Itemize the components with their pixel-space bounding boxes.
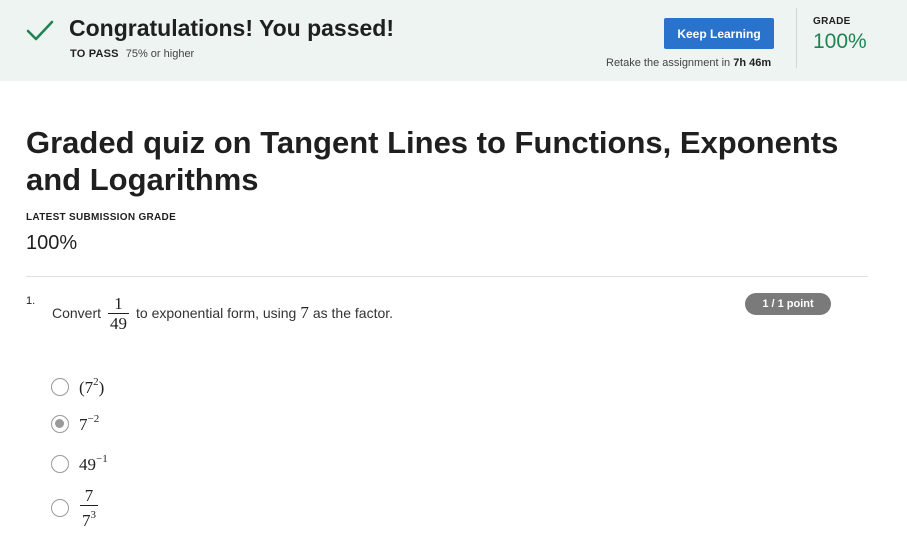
prompt-prefix: Convert	[52, 305, 102, 321]
grade-label: GRADE	[813, 16, 851, 27]
result-banner: Congratulations! You passed! TO PASS 75%…	[0, 0, 907, 81]
to-pass-value: 75% or higher	[125, 48, 195, 60]
latest-submission-label: LATEST SUBMISSION GRADE	[26, 212, 177, 223]
grade-value: 100%	[813, 30, 867, 53]
option-label: 7−2	[79, 413, 100, 434]
fraction-denominator: 49	[108, 312, 130, 333]
radio-button[interactable]	[51, 378, 69, 396]
option-label: 7 73	[80, 486, 98, 530]
points-badge: 1 / 1 point	[745, 293, 831, 315]
prompt-middle: to exponential form, using	[136, 305, 297, 321]
retake-notice: Retake the assignment in 7h 46m	[606, 57, 771, 69]
radio-button-selected[interactable]	[51, 415, 69, 433]
banner-title: Congratulations! You passed!	[69, 15, 395, 41]
answer-option-4[interactable]: 7 73	[51, 486, 98, 530]
page-title: Graded quiz on Tangent Lines to Function…	[26, 125, 839, 197]
answer-option-3[interactable]: 49−1	[51, 453, 108, 475]
divider	[796, 8, 797, 68]
answer-option-2[interactable]: 7−2	[51, 413, 99, 435]
fraction-numerator: 1	[114, 293, 123, 313]
latest-submission-grade: 100%	[26, 232, 78, 254]
prompt-fraction: 1 49	[108, 293, 130, 333]
pass-requirement: TO PASS 75% or higher	[70, 48, 194, 60]
prompt-factor: 7	[300, 303, 309, 322]
option-label: 49−1	[79, 453, 108, 474]
retake-time: 7h 46m	[733, 57, 772, 69]
retake-prefix: Retake the assignment in	[606, 57, 731, 69]
question-number: 1.	[26, 295, 36, 307]
keep-learning-button[interactable]: Keep Learning	[664, 18, 774, 49]
option-label: (72)	[79, 376, 105, 397]
radio-button[interactable]	[51, 499, 69, 517]
radio-button[interactable]	[51, 455, 69, 473]
to-pass-label: TO PASS	[70, 48, 119, 60]
question-prompt: Convert 1 49 to exponential form, using …	[52, 290, 393, 336]
answer-option-1[interactable]: (72)	[51, 376, 104, 398]
divider	[26, 276, 868, 277]
prompt-suffix: as the factor.	[312, 305, 394, 321]
check-icon	[26, 20, 54, 41]
